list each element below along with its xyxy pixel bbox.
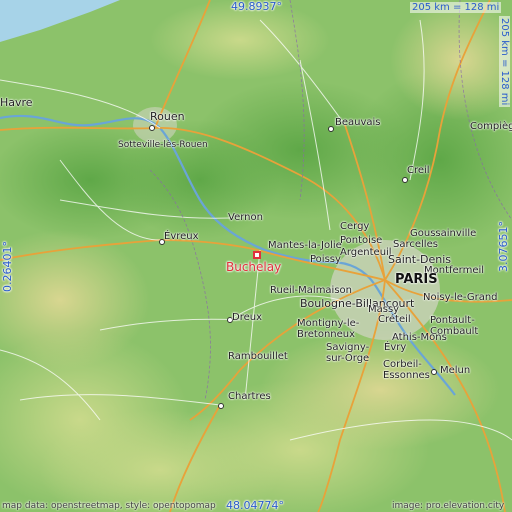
- place-poissy: Poissy: [310, 254, 341, 265]
- place-dreux: Dreux: [232, 312, 262, 323]
- place-pontoise: Pontoise: [340, 235, 383, 246]
- place-savigny: Savigny-sur-Orge: [326, 342, 370, 364]
- place-melun: Melun: [440, 365, 471, 376]
- place-noisy: Noisy-le-Grand: [423, 292, 498, 303]
- place-compiegne: Compiègne: [470, 121, 512, 132]
- place-rouen: Rouen: [150, 110, 185, 123]
- place-creil: Creil: [407, 165, 430, 176]
- map-attribution: map data: openstreetmap, style: opentopo…: [2, 501, 216, 511]
- beauvais-marker: [328, 126, 334, 132]
- top-latitude: 49.8937°: [231, 0, 282, 13]
- scale-horizontal: 205 km = 128 mi: [410, 2, 502, 13]
- place-goussainville: Goussainville: [410, 228, 477, 239]
- place-creteil: Créteil: [378, 314, 411, 325]
- scale-vertical: 205 km = 128 mi: [499, 16, 510, 108]
- buchelay-location-marker[interactable]: [253, 251, 261, 259]
- target-place-label: Buchelay: [226, 260, 282, 274]
- rouen-marker: [149, 125, 155, 131]
- place-sarcelles: Sarcelles: [393, 239, 438, 250]
- place-rambouillet: Rambouillet: [228, 351, 288, 362]
- place-argenteuil: Argenteuil: [340, 247, 392, 258]
- left-longitude: 0.26401°: [1, 241, 14, 292]
- topographic-map[interactable]: Havre Rouen Sotteville-lès-Rouen Beauvai…: [0, 0, 512, 512]
- place-beauvais: Beauvais: [335, 117, 381, 128]
- creil-marker: [402, 177, 408, 183]
- place-montigny: Montigny-le-Bretonneux: [297, 318, 360, 340]
- place-evreux: Évreux: [164, 231, 199, 242]
- place-saint-denis: Saint-Denis: [388, 253, 452, 266]
- right-longitude: 3.07651°: [497, 221, 510, 272]
- place-cergy: Cergy: [340, 221, 370, 232]
- image-attribution: image: pro.elevation.city: [392, 501, 505, 511]
- place-paris: PARIS: [395, 272, 438, 287]
- place-rueil: Rueil-Malmaison: [270, 285, 353, 296]
- place-havre: Havre: [0, 96, 33, 109]
- place-mantes: Mantes-la-Jolie: [268, 240, 342, 251]
- bottom-latitude: 48.04774°: [226, 499, 284, 512]
- place-corbeil: Corbeil-Essonnes: [383, 359, 430, 381]
- chartres-marker: [218, 403, 224, 409]
- place-evry: Évry: [384, 342, 407, 353]
- place-chartres: Chartres: [228, 391, 271, 402]
- place-vernon: Vernon: [228, 212, 263, 223]
- place-sotteville: Sotteville-lès-Rouen: [118, 140, 208, 150]
